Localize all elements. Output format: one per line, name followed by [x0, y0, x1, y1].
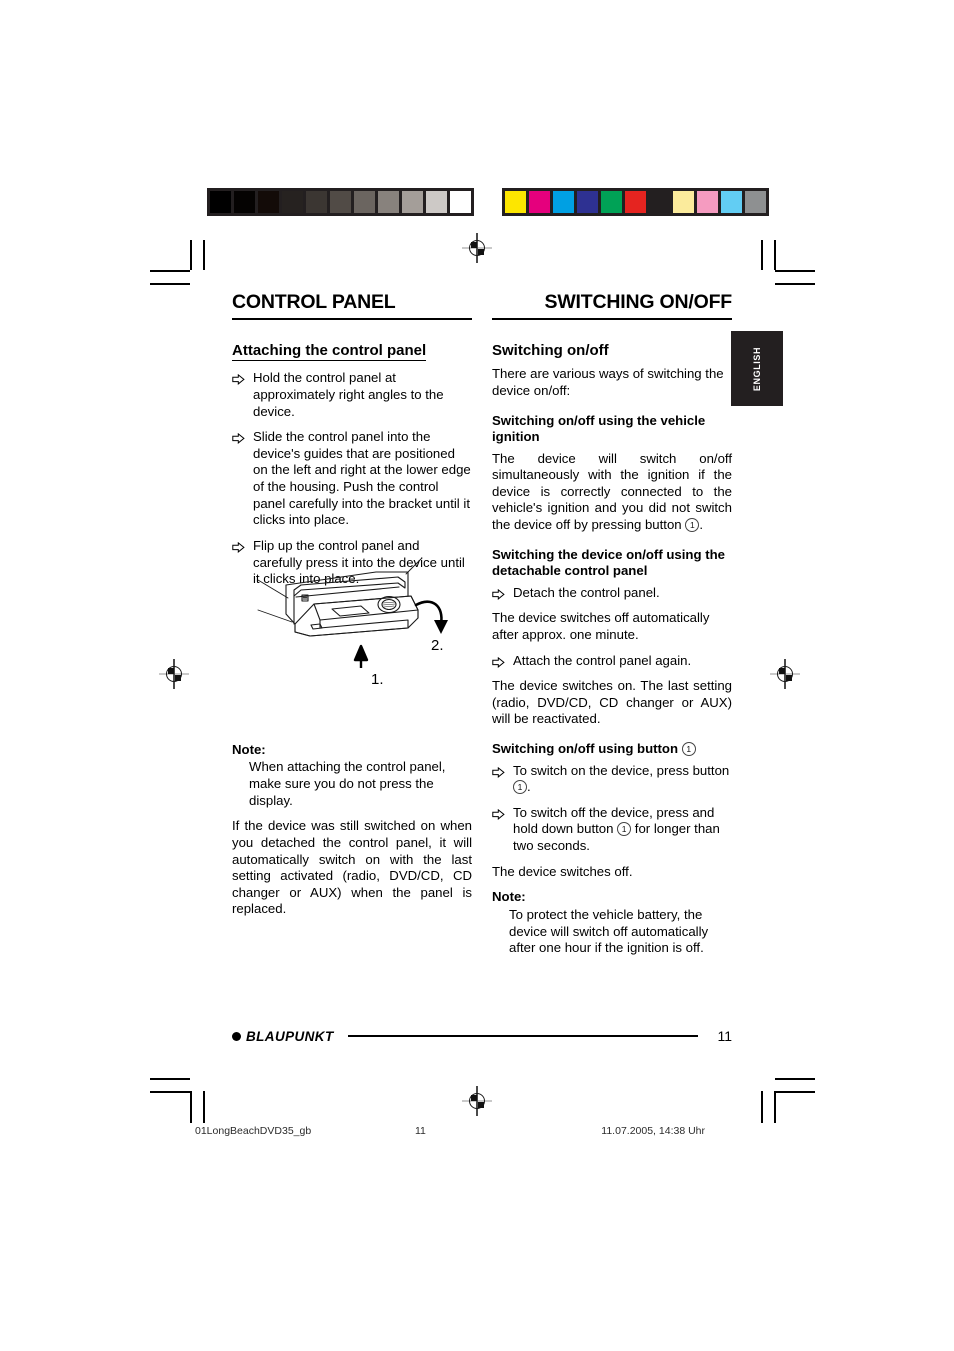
detachable-panel-steps: Detach the control panel.: [492, 585, 732, 602]
color-swatch: [721, 191, 742, 213]
list-item: Attach the control panel again.: [492, 653, 732, 670]
note-body: When attaching the control panel, make s…: [249, 759, 446, 808]
color-swatch: [649, 191, 670, 213]
color-swatch: [529, 191, 550, 213]
button-reference-1-icon: 1: [513, 780, 527, 795]
arrow-bullet-icon: [232, 432, 245, 445]
page-number: 11: [717, 1028, 732, 1044]
greyscale-swatch: [354, 191, 375, 213]
section-title-switching-on-off: Switching on/off: [492, 342, 609, 360]
step-text-after: .: [527, 779, 531, 795]
registration-mark-left: [159, 659, 189, 689]
arrow-bullet-icon: [232, 541, 245, 553]
print-meta-strip: 01LongBeachDVD35_gb 11 11.07.2005, 14:38…: [195, 1125, 705, 1137]
callout-label-2: 2.: [431, 637, 444, 654]
note-label: Note:: [232, 741, 266, 757]
button-reference-1-icon: 1: [617, 822, 632, 837]
language-side-tab: ENGLISH: [731, 331, 783, 406]
color-swatch: [625, 191, 646, 213]
registration-mark-bottom: [462, 1086, 492, 1116]
blaupunkt-logo: BLAUPUNKT: [232, 1029, 334, 1044]
greyscale-swatch: [426, 191, 447, 213]
button-reference-1-icon: 1: [681, 742, 696, 757]
color-swatch: [553, 191, 574, 213]
detachable-panel-steps-2: Attach the control panel again.: [492, 653, 732, 670]
note-block-battery: Note: To protect the vehicle battery, th…: [492, 889, 732, 957]
greyscale-swatch: [258, 191, 279, 213]
crop-mark-top-right: [755, 240, 815, 290]
greyscale-swatch: [402, 191, 423, 213]
color-swatch: [745, 191, 766, 213]
crop-mark-bottom-left: [150, 1075, 210, 1130]
greyscale-swatch: [306, 191, 327, 213]
note-body: To protect the vehicle battery, the devi…: [509, 906, 709, 956]
greyscale-swatch: [282, 191, 303, 213]
greyscale-calibration-bar: [207, 188, 474, 216]
footer-divider-rule: [347, 1035, 698, 1037]
document-page: ENGLISH CONTROL PANEL Attaching the cont…: [0, 0, 954, 1351]
detach-result-paragraph: The device switches off automatically af…: [492, 610, 710, 642]
step-text-before: To switch on the device, press button: [513, 762, 730, 778]
greyscale-swatch: [450, 191, 471, 213]
subsection-heading-using-button: Switching on/off using button 1: [492, 741, 732, 758]
subsection-heading-vehicle-ignition: Switching on/off using the vehicle ignit…: [492, 412, 706, 445]
step-text: Hold the control panel at approximately …: [253, 370, 444, 419]
meta-page-number: 11: [415, 1125, 426, 1137]
list-item: Hold the control panel at approximately …: [232, 370, 472, 420]
right-column: SWITCHING ON/OFF Switching on/off There …: [492, 291, 732, 966]
blaupunkt-wordmark: BLAUPUNKT: [246, 1028, 334, 1044]
note-label: Note:: [492, 889, 526, 905]
arrow-bullet-icon: [232, 373, 245, 386]
color-swatch: [601, 191, 622, 213]
arrow-bullet-icon: [492, 808, 505, 820]
chapter-title-switching-on-off: SWITCHING ON/OFF: [492, 291, 732, 321]
arrow-bullet-icon: [492, 766, 505, 778]
registration-mark-top: [462, 233, 492, 263]
color-swatch: [673, 191, 694, 213]
list-item: Slide the control panel into the device'…: [232, 429, 472, 529]
attach-result-paragraph: The device switches on. The last setting…: [492, 678, 732, 727]
subsection-heading-detachable-panel: Switching the device on/off using the de…: [492, 546, 725, 579]
meta-file-name: 01LongBeachDVD35_gb: [195, 1125, 312, 1137]
step-text: Detach the control panel.: [513, 584, 660, 600]
step-text: Attach the control panel again.: [513, 652, 692, 668]
button-steps-list: To switch on the device, press button 1.…: [492, 763, 732, 855]
closing-paragraph: If the device was still switched on when…: [232, 818, 472, 917]
color-swatch: [697, 191, 718, 213]
callout-label-1: 1.: [371, 671, 384, 684]
switch-off-result-paragraph: The device switches off.: [492, 863, 633, 879]
button-reference-1-icon: 1: [685, 518, 700, 533]
color-calibration-bar: [502, 188, 769, 216]
crop-mark-top-left: [150, 240, 210, 290]
callout-arrow-1: [353, 644, 369, 668]
vehicle-ignition-body-tail: .: [699, 517, 703, 533]
greyscale-swatch: [330, 191, 351, 213]
greyscale-swatch: [210, 191, 231, 213]
color-swatch: [577, 191, 598, 213]
note-block-attaching: Note: When attaching the control panel, …: [232, 742, 472, 810]
list-item: To switch off the device, press and hold…: [492, 805, 732, 855]
language-side-tab-label: ENGLISH: [752, 346, 762, 391]
greyscale-swatch: [234, 191, 255, 213]
brand-footer: BLAUPUNKT 11: [232, 1028, 732, 1044]
subsection-heading-using-button-text: Switching on/off using button: [492, 741, 682, 757]
greyscale-swatch: [378, 191, 399, 213]
list-item: To switch on the device, press button 1.: [492, 763, 732, 796]
car-radio-detachable-panel-diagram: 1. 2.: [248, 552, 494, 688]
chapter-title-control-panel: CONTROL PANEL: [232, 291, 472, 321]
meta-timestamp: 11.07.2005, 14:38 Uhr: [601, 1125, 705, 1137]
crop-mark-bottom-right: [755, 1075, 815, 1130]
blaupunkt-dot-icon: [232, 1031, 241, 1041]
section-title-attaching-control-panel: Attaching the control panel: [232, 342, 427, 362]
callout-arrow-2-head: [434, 620, 448, 634]
registration-mark-right: [770, 659, 800, 689]
step-text: Slide the control panel into the device'…: [253, 429, 471, 528]
vehicle-ignition-body: The device will switch on/off simultaneo…: [492, 451, 732, 534]
switching-intro: There are various ways of switching the …: [492, 366, 724, 398]
list-item: Detach the control panel.: [492, 585, 732, 602]
color-swatch: [505, 191, 526, 213]
